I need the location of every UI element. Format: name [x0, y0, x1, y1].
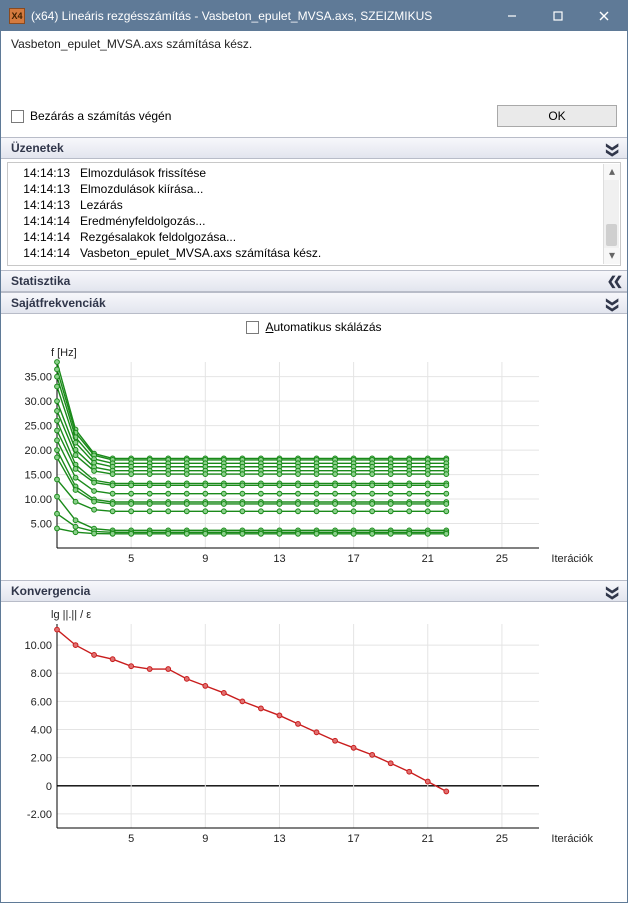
svg-text:30.00: 30.00 [24, 396, 52, 408]
message-time: 14:14:14 [14, 229, 70, 245]
svg-text:lg ||.|| / ε: lg ||.|| / ε [51, 609, 91, 621]
minimize-button[interactable] [489, 1, 535, 31]
section-header-stats[interactable]: Statisztika ❮❮ [1, 270, 627, 292]
chevron-down-icon: ❯❯ [606, 297, 620, 309]
svg-text:f [Hz]: f [Hz] [51, 347, 77, 359]
message-text: Lezárás [80, 197, 123, 213]
message-text: Vasbeton_epulet_MVSA.axs számítása kész. [80, 245, 321, 261]
svg-text:-2.00: -2.00 [27, 809, 52, 821]
autoscale-checkbox[interactable] [246, 321, 259, 334]
message-text: Rezgésalakok feldolgozása... [80, 229, 236, 245]
svg-text:6.00: 6.00 [31, 696, 52, 708]
svg-text:15.00: 15.00 [24, 470, 52, 482]
close-button[interactable] [581, 1, 627, 31]
message-time: 14:14:13 [14, 165, 70, 181]
app-icon: X4 [9, 8, 25, 24]
status-text: Vasbeton_epulet_MVSA.axs számítása kész. [1, 31, 627, 53]
svg-text:13: 13 [273, 553, 285, 565]
close-after-calc-checkbox[interactable] [11, 110, 24, 123]
svg-text:17: 17 [347, 833, 359, 845]
svg-text:25: 25 [496, 553, 508, 565]
section-header-messages[interactable]: Üzenetek ❯❯ [1, 137, 627, 159]
message-text: Eredményfeldolgozás... [80, 213, 205, 229]
svg-text:20.00: 20.00 [24, 445, 52, 457]
svg-text:17: 17 [347, 553, 359, 565]
message-time: 14:14:13 [14, 197, 70, 213]
message-time: 14:14:14 [14, 245, 70, 261]
svg-text:13: 13 [273, 833, 285, 845]
dialog-window: X4 (x64) Lineáris rezgésszámítás - Vasbe… [0, 0, 628, 903]
message-row: 14:14:14 Rezgésalakok feldolgozása... [14, 229, 602, 245]
section-header-frequencies[interactable]: Sajátfrekvenciák ❯❯ [1, 292, 627, 314]
message-row: 14:14:14 Eredményfeldolgozás... [14, 213, 602, 229]
message-row: 14:14:14 Vasbeton_epulet_MVSA.axs számítá… [14, 245, 602, 261]
chevron-left-icon: ❮❮ [607, 274, 619, 288]
scroll-up-icon[interactable]: ▴ [604, 164, 620, 180]
svg-text:25: 25 [496, 833, 508, 845]
section-header-convergence[interactable]: Konvergencia ❯❯ [1, 580, 627, 602]
svg-text:Iterációk: Iterációk [551, 553, 593, 565]
message-time: 14:14:14 [14, 213, 70, 229]
scroll-thumb[interactable] [606, 224, 617, 246]
svg-text:2.00: 2.00 [31, 753, 52, 765]
svg-text:10.00: 10.00 [24, 640, 52, 652]
svg-text:9: 9 [202, 833, 208, 845]
close-after-calc-label: Bezárás a számítás végén [30, 109, 497, 123]
section-title: Statisztika [11, 274, 70, 288]
titlebar[interactable]: X4 (x64) Lineáris rezgésszámítás - Vasbe… [1, 1, 627, 31]
window-title: (x64) Lineáris rezgésszámítás - Vasbeton… [31, 9, 489, 23]
chart-convergence: -2.00 0 2.00 4.00 6.00 8.00 10.00 5 9 13 17 21 25 lg … [11, 606, 617, 854]
message-text: Elmozdulások frissítése [80, 165, 206, 181]
scroll-down-icon[interactable]: ▾ [604, 248, 620, 264]
svg-text:5: 5 [128, 833, 134, 845]
section-title: Sajátfrekvenciák [11, 296, 106, 310]
ok-button[interactable]: OK [497, 105, 617, 127]
chevron-down-icon: ❯❯ [606, 142, 620, 154]
message-row: 14:14:13 Elmozdulások kiírása... [14, 181, 602, 197]
svg-text:Iterációk: Iterációk [551, 833, 593, 845]
message-text: Elmozdulások kiírása... [80, 181, 203, 197]
message-row: 14:14:13 Elmozdulások frissítése [14, 165, 602, 181]
maximize-button[interactable] [535, 1, 581, 31]
svg-text:8.00: 8.00 [31, 668, 52, 680]
svg-text:21: 21 [422, 833, 434, 845]
svg-text:25.00: 25.00 [24, 421, 52, 433]
svg-text:10.00: 10.00 [24, 494, 52, 506]
section-title: Konvergencia [11, 584, 90, 598]
section-title: Üzenetek [11, 141, 64, 155]
chevron-down-icon: ❯❯ [606, 585, 620, 597]
svg-text:5.00: 5.00 [31, 519, 52, 531]
svg-text:4.00: 4.00 [31, 725, 52, 737]
message-time: 14:14:13 [14, 181, 70, 197]
message-row: 14:14:13 Lezárás [14, 197, 602, 213]
messages-scrollbar[interactable]: ▴ ▾ [603, 164, 619, 264]
svg-text:21: 21 [422, 553, 434, 565]
svg-text:35.00: 35.00 [24, 372, 52, 384]
chart-frequencies: 5.00 10.00 15.00 20.00 25.00 30.00 35.00 5 9 13 17… [11, 344, 617, 574]
svg-text:5: 5 [128, 553, 134, 565]
svg-text:0: 0 [46, 781, 52, 793]
messages-list: 14:14:13 Elmozdulások frissítése 14:14:13 E… [7, 162, 621, 266]
autoscale-label: AAutomatikus skálázásutomatikus skálázás [265, 320, 381, 334]
svg-text:9: 9 [202, 553, 208, 565]
